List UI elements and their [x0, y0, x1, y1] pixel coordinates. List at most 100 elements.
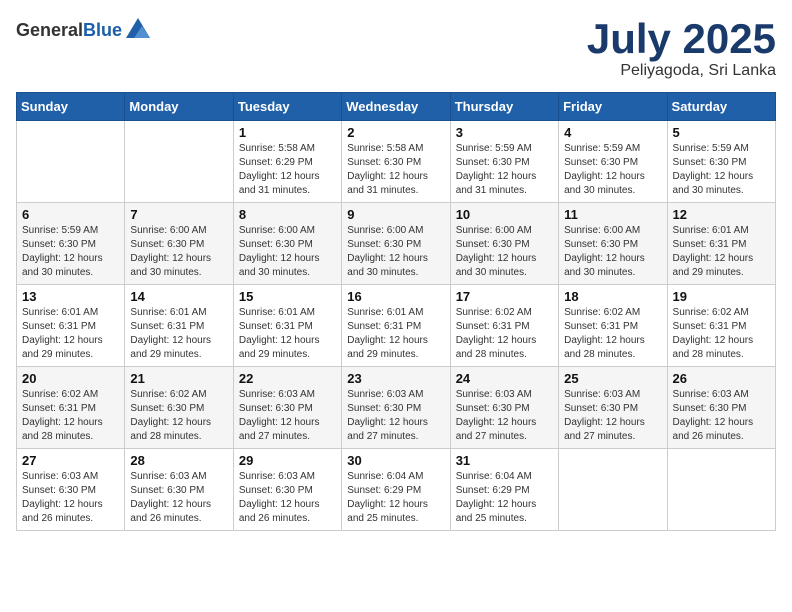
day-info: Sunrise: 6:03 AM Sunset: 6:30 PM Dayligh…: [239, 470, 336, 526]
day-number: 19: [673, 289, 770, 304]
day-number: 17: [456, 289, 553, 304]
day-number: 4: [564, 125, 661, 140]
day-info: Sunrise: 6:02 AM Sunset: 6:31 PM Dayligh…: [673, 306, 770, 362]
day-info: Sunrise: 6:02 AM Sunset: 6:31 PM Dayligh…: [456, 306, 553, 362]
day-info: Sunrise: 6:02 AM Sunset: 6:31 PM Dayligh…: [564, 306, 661, 362]
day-info: Sunrise: 6:03 AM Sunset: 6:30 PM Dayligh…: [22, 470, 119, 526]
day-info: Sunrise: 5:58 AM Sunset: 6:29 PM Dayligh…: [239, 142, 336, 198]
day-cell: 27 Sunrise: 6:03 AM Sunset: 6:30 PM Dayli…: [17, 449, 125, 531]
day-info: Sunrise: 6:03 AM Sunset: 6:30 PM Dayligh…: [347, 388, 444, 444]
day-info: Sunrise: 5:59 AM Sunset: 6:30 PM Dayligh…: [673, 142, 770, 198]
day-number: 28: [130, 453, 227, 468]
page-header: GeneralBlue July 2025 Peliyagoda, Sri La…: [16, 16, 776, 80]
day-number: 20: [22, 371, 119, 386]
day-cell: 23Sunrise: 6:03 AM Sunset: 6:30 PM Dayli…: [342, 367, 450, 449]
week-row-2: 6 Sunrise: 5:59 AM Sunset: 6:30 PM Daylig…: [17, 203, 776, 285]
week-row-1: 1Sunrise: 5:58 AM Sunset: 6:29 PM Daylig…: [17, 121, 776, 203]
day-info: Sunrise: 6:01 AM Sunset: 6:31 PM Dayligh…: [130, 306, 227, 362]
day-number: 8: [239, 207, 336, 222]
weekday-header-tuesday: Tuesday: [233, 93, 341, 121]
day-info: Sunrise: 6:02 AM Sunset: 6:30 PM Dayligh…: [130, 388, 227, 444]
day-info: Sunrise: 6:00 AM Sunset: 6:30 PM Dayligh…: [564, 224, 661, 280]
calendar-table: SundayMondayTuesdayWednesdayThursdayFrid…: [16, 92, 776, 531]
day-cell: [17, 121, 125, 203]
day-cell: 24Sunrise: 6:03 AM Sunset: 6:30 PM Dayli…: [450, 367, 558, 449]
weekday-header-monday: Monday: [125, 93, 233, 121]
day-cell: 6 Sunrise: 5:59 AM Sunset: 6:30 PM Daylig…: [17, 203, 125, 285]
day-number: 21: [130, 371, 227, 386]
weekday-header-thursday: Thursday: [450, 93, 558, 121]
day-info: Sunrise: 6:03 AM Sunset: 6:30 PM Dayligh…: [239, 388, 336, 444]
day-cell: [667, 449, 775, 531]
day-cell: 13 Sunrise: 6:01 AM Sunset: 6:31 PM Dayli…: [17, 285, 125, 367]
day-cell: 5 Sunrise: 5:59 AM Sunset: 6:30 PM Daylig…: [667, 121, 775, 203]
day-info: Sunrise: 6:00 AM Sunset: 6:30 PM Dayligh…: [130, 224, 227, 280]
day-number: 22: [239, 371, 336, 386]
week-row-4: 20 Sunrise: 6:02 AM Sunset: 6:31 PM Dayli…: [17, 367, 776, 449]
day-number: 18: [564, 289, 661, 304]
weekday-header-friday: Friday: [559, 93, 667, 121]
day-cell: 9 Sunrise: 6:00 AM Sunset: 6:30 PM Daylig…: [342, 203, 450, 285]
day-cell: 14 Sunrise: 6:01 AM Sunset: 6:31 PM Dayli…: [125, 285, 233, 367]
logo-text: GeneralBlue: [16, 20, 122, 41]
day-info: Sunrise: 6:01 AM Sunset: 6:31 PM Dayligh…: [347, 306, 444, 362]
day-cell: 1Sunrise: 5:58 AM Sunset: 6:29 PM Daylig…: [233, 121, 341, 203]
day-cell: 10Sunrise: 6:00 AM Sunset: 6:30 PM Dayli…: [450, 203, 558, 285]
day-info: Sunrise: 5:59 AM Sunset: 6:30 PM Dayligh…: [564, 142, 661, 198]
day-cell: 11Sunrise: 6:00 AM Sunset: 6:30 PM Dayli…: [559, 203, 667, 285]
day-number: 25: [564, 371, 661, 386]
weekday-header-saturday: Saturday: [667, 93, 775, 121]
day-cell: 18 Sunrise: 6:02 AM Sunset: 6:31 PM Dayli…: [559, 285, 667, 367]
weekday-header-row: SundayMondayTuesdayWednesdayThursdayFrid…: [17, 93, 776, 121]
day-number: 6: [22, 207, 119, 222]
day-number: 7: [130, 207, 227, 222]
day-cell: 26 Sunrise: 6:03 AM Sunset: 6:30 PM Dayli…: [667, 367, 775, 449]
day-info: Sunrise: 6:03 AM Sunset: 6:30 PM Dayligh…: [673, 388, 770, 444]
day-number: 9: [347, 207, 444, 222]
day-number: 30: [347, 453, 444, 468]
day-info: Sunrise: 6:01 AM Sunset: 6:31 PM Dayligh…: [22, 306, 119, 362]
day-cell: 16 Sunrise: 6:01 AM Sunset: 6:31 PM Dayli…: [342, 285, 450, 367]
day-cell: 29Sunrise: 6:03 AM Sunset: 6:30 PM Dayli…: [233, 449, 341, 531]
day-number: 24: [456, 371, 553, 386]
day-info: Sunrise: 6:00 AM Sunset: 6:30 PM Dayligh…: [239, 224, 336, 280]
day-info: Sunrise: 5:58 AM Sunset: 6:30 PM Dayligh…: [347, 142, 444, 198]
day-number: 12: [673, 207, 770, 222]
day-cell: [559, 449, 667, 531]
day-number: 27: [22, 453, 119, 468]
day-info: Sunrise: 6:04 AM Sunset: 6:29 PM Dayligh…: [456, 470, 553, 526]
day-cell: 7 Sunrise: 6:00 AM Sunset: 6:30 PM Daylig…: [125, 203, 233, 285]
day-cell: [125, 121, 233, 203]
day-info: Sunrise: 6:03 AM Sunset: 6:30 PM Dayligh…: [130, 470, 227, 526]
month-title: July 2025: [587, 16, 776, 62]
day-cell: 30 Sunrise: 6:04 AM Sunset: 6:29 PM Dayli…: [342, 449, 450, 531]
day-cell: 22 Sunrise: 6:03 AM Sunset: 6:30 PM Dayli…: [233, 367, 341, 449]
day-info: Sunrise: 6:00 AM Sunset: 6:30 PM Dayligh…: [456, 224, 553, 280]
day-info: Sunrise: 6:00 AM Sunset: 6:30 PM Dayligh…: [347, 224, 444, 280]
day-number: 26: [673, 371, 770, 386]
day-cell: 3 Sunrise: 5:59 AM Sunset: 6:30 PM Daylig…: [450, 121, 558, 203]
day-info: Sunrise: 6:04 AM Sunset: 6:29 PM Dayligh…: [347, 470, 444, 526]
day-number: 31: [456, 453, 553, 468]
week-row-3: 13 Sunrise: 6:01 AM Sunset: 6:31 PM Dayli…: [17, 285, 776, 367]
day-cell: 12 Sunrise: 6:01 AM Sunset: 6:31 PM Dayli…: [667, 203, 775, 285]
day-number: 16: [347, 289, 444, 304]
logo-icon: [124, 16, 152, 44]
day-cell: 19 Sunrise: 6:02 AM Sunset: 6:31 PM Dayli…: [667, 285, 775, 367]
day-cell: 2 Sunrise: 5:58 AM Sunset: 6:30 PM Daylig…: [342, 121, 450, 203]
location-title: Peliyagoda, Sri Lanka: [587, 62, 776, 80]
day-number: 3: [456, 125, 553, 140]
day-number: 15: [239, 289, 336, 304]
day-info: Sunrise: 5:59 AM Sunset: 6:30 PM Dayligh…: [456, 142, 553, 198]
day-cell: 8 Sunrise: 6:00 AM Sunset: 6:30 PM Daylig…: [233, 203, 341, 285]
day-number: 14: [130, 289, 227, 304]
day-info: Sunrise: 6:01 AM Sunset: 6:31 PM Dayligh…: [239, 306, 336, 362]
day-number: 2: [347, 125, 444, 140]
day-info: Sunrise: 6:02 AM Sunset: 6:31 PM Dayligh…: [22, 388, 119, 444]
day-info: Sunrise: 6:01 AM Sunset: 6:31 PM Dayligh…: [673, 224, 770, 280]
day-number: 5: [673, 125, 770, 140]
day-number: 13: [22, 289, 119, 304]
day-info: Sunrise: 5:59 AM Sunset: 6:30 PM Dayligh…: [22, 224, 119, 280]
weekday-header-wednesday: Wednesday: [342, 93, 450, 121]
day-cell: 28 Sunrise: 6:03 AM Sunset: 6:30 PM Dayli…: [125, 449, 233, 531]
